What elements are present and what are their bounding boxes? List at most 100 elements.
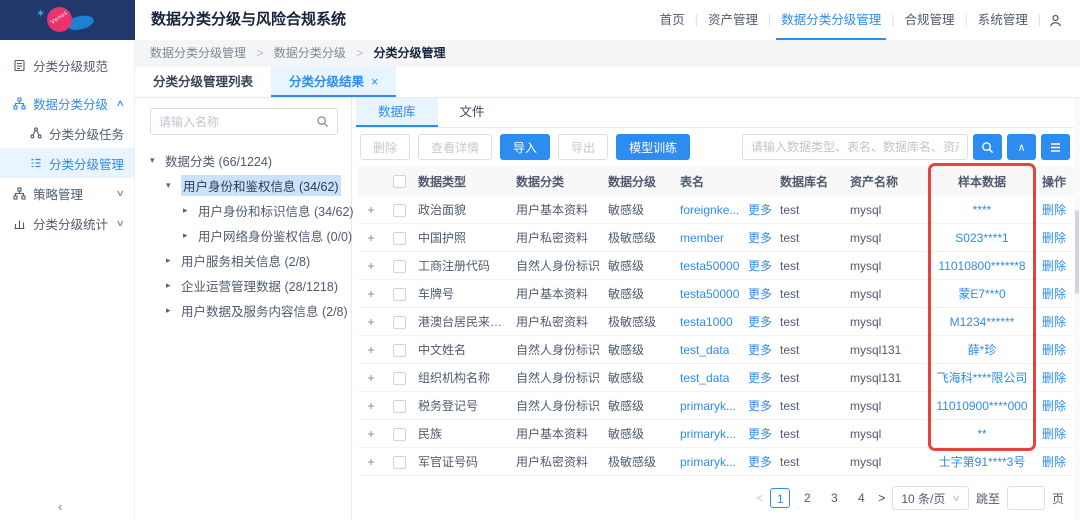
subtab-file[interactable]: 文件 — [438, 98, 507, 127]
model-train-button[interactable]: 模型训练 — [616, 134, 690, 160]
row-checkbox[interactable] — [393, 456, 406, 469]
more-link[interactable]: 更多 — [744, 313, 772, 330]
sample-data-link[interactable]: 薛*珍 — [968, 343, 997, 357]
row-expand-icon[interactable]: + — [358, 427, 384, 441]
row-expand-icon[interactable]: + — [358, 455, 384, 469]
nav-system[interactable]: 系统管理 — [969, 0, 1037, 40]
tab-manage-list[interactable]: 分类分级管理列表 — [135, 67, 271, 97]
row-delete-link[interactable]: 删除 — [1042, 287, 1066, 301]
row-checkbox[interactable] — [393, 204, 406, 217]
table-name-link[interactable]: test_data — [680, 343, 729, 357]
more-link[interactable]: 更多 — [744, 257, 772, 274]
caret-right-icon[interactable]: ▸ — [183, 205, 192, 216]
row-delete-link[interactable]: 删除 — [1042, 343, 1066, 357]
page-number-2[interactable]: 2 — [797, 488, 817, 508]
table-name-link[interactable]: primaryk... — [680, 427, 736, 441]
tree-node[interactable]: ▸ 企业运营管理数据 (28/1218) — [150, 273, 338, 298]
tree-node-root[interactable]: ▾ 数据分类 (66/1224) — [150, 148, 338, 173]
nav-compliance[interactable]: 合规管理 — [895, 0, 963, 40]
table-name-link[interactable]: testa50000 — [680, 259, 739, 273]
row-delete-link[interactable]: 删除 — [1042, 315, 1066, 329]
tree-search-input[interactable] — [159, 115, 316, 129]
next-page-icon[interactable]: > — [878, 491, 885, 505]
jump-page-input[interactable] — [1007, 486, 1045, 510]
table-name-link[interactable]: test_data — [680, 371, 729, 385]
sample-data-link[interactable]: 11010800******8 — [938, 259, 1025, 273]
sample-data-link[interactable]: **** — [973, 203, 992, 217]
table-name-link[interactable]: foreignke... — [680, 203, 739, 217]
row-checkbox[interactable] — [393, 316, 406, 329]
nav-assets[interactable]: 资产管理 — [699, 0, 767, 40]
row-checkbox[interactable] — [393, 232, 406, 245]
row-expand-icon[interactable]: + — [358, 399, 384, 413]
row-delete-link[interactable]: 删除 — [1042, 259, 1066, 273]
row-expand-icon[interactable]: + — [358, 287, 384, 301]
more-link[interactable]: 更多 — [744, 369, 772, 386]
sample-data-link[interactable]: 11010900****000 — [936, 399, 1027, 413]
more-link[interactable]: 更多 — [744, 397, 772, 414]
sample-data-link[interactable]: ** — [977, 427, 986, 441]
table-name-link[interactable]: member — [680, 231, 724, 245]
caret-right-icon[interactable]: ▸ — [166, 280, 175, 291]
tree-node[interactable]: ▸ 用户网络身份鉴权信息 (0/0) — [150, 223, 338, 248]
row-delete-link[interactable]: 删除 — [1042, 371, 1066, 385]
nav-data-classification[interactable]: 数据分类分级管理 — [772, 0, 890, 40]
breadcrumb-item[interactable]: 数据分类分级管理 — [150, 46, 246, 60]
sidebar-item-classify[interactable]: 数据分类分级 ∧ — [0, 88, 134, 118]
row-checkbox[interactable] — [393, 288, 406, 301]
search-icon[interactable] — [316, 115, 329, 128]
collapse-search-button[interactable]: ∧ — [1007, 134, 1036, 160]
sample-data-link[interactable]: 飞海科****限公司 — [937, 371, 1028, 385]
row-checkbox[interactable] — [393, 372, 406, 385]
scrollbar-thumb[interactable] — [1075, 210, 1079, 294]
export-button[interactable]: 导出 — [558, 134, 608, 160]
more-link[interactable]: 更多 — [744, 453, 772, 470]
sidebar-item-task[interactable]: 分类分级任务 — [0, 118, 134, 148]
more-link[interactable]: 更多 — [744, 341, 772, 358]
page-number-4[interactable]: 4 — [851, 488, 871, 508]
row-expand-icon[interactable]: + — [358, 343, 384, 357]
table-name-link[interactable]: primaryk... — [680, 399, 736, 413]
more-link[interactable]: 更多 — [744, 425, 772, 442]
row-checkbox[interactable] — [393, 400, 406, 413]
sidebar-item-stats[interactable]: 分类分级统计 ∨ — [0, 208, 134, 238]
sidebar-collapse-icon[interactable]: ‹ — [58, 499, 62, 514]
row-expand-icon[interactable]: + — [358, 259, 384, 273]
caret-down-icon[interactable]: ▾ — [166, 180, 175, 191]
scrollbar-track[interactable] — [1074, 98, 1080, 520]
row-expand-icon[interactable]: + — [358, 231, 384, 245]
tree-node[interactable]: ▸ 用户身份和标识信息 (34/62) — [150, 198, 338, 223]
more-link[interactable]: 更多 — [744, 201, 772, 218]
prev-page-icon[interactable]: < — [756, 491, 763, 505]
import-button[interactable]: 导入 — [500, 134, 550, 160]
table-name-link[interactable]: testa1000 — [680, 315, 733, 329]
sample-data-link[interactable]: M1234****** — [950, 315, 1015, 329]
row-delete-link[interactable]: 删除 — [1042, 231, 1066, 245]
table-name-link[interactable]: testa50000 — [680, 287, 739, 301]
table-search-input[interactable] — [742, 134, 968, 160]
row-expand-icon[interactable]: + — [358, 371, 384, 385]
page-number-1[interactable]: 1 — [770, 488, 790, 508]
tree-node-selected[interactable]: ▾ 用户身份和鉴权信息 (34/62) — [150, 173, 338, 198]
table-name-link[interactable]: primaryk... — [680, 455, 736, 469]
sample-data-link[interactable]: 士字第91****3号 — [939, 455, 1026, 469]
row-expand-icon[interactable]: + — [358, 315, 384, 329]
sidebar-item-strategy[interactable]: 策略管理 ∨ — [0, 178, 134, 208]
caret-right-icon[interactable]: ▸ — [183, 230, 192, 241]
search-button[interactable] — [973, 134, 1002, 160]
breadcrumb-item[interactable]: 数据分类分级 — [274, 46, 346, 60]
tab-result[interactable]: 分类分级结果× — [271, 67, 396, 97]
tree-node[interactable]: ▸ 用户数据及服务内容信息 (2/8) — [150, 298, 338, 323]
row-checkbox[interactable] — [393, 428, 406, 441]
column-settings-button[interactable] — [1041, 134, 1070, 160]
page-number-3[interactable]: 3 — [824, 488, 844, 508]
select-all-checkbox[interactable] — [393, 175, 406, 188]
caret-down-icon[interactable]: ▾ — [150, 155, 159, 166]
tree-node[interactable]: ▸ 用户服务相关信息 (2/8) — [150, 248, 338, 273]
nav-home[interactable]: 首页 — [651, 0, 694, 40]
sample-data-link[interactable]: 蒙E7***0 — [958, 287, 1005, 301]
sidebar-item-spec[interactable]: 分类分级规范 — [0, 50, 134, 80]
caret-right-icon[interactable]: ▸ — [166, 255, 175, 266]
subtab-database[interactable]: 数据库 — [356, 98, 438, 127]
row-delete-link[interactable]: 删除 — [1042, 427, 1066, 441]
